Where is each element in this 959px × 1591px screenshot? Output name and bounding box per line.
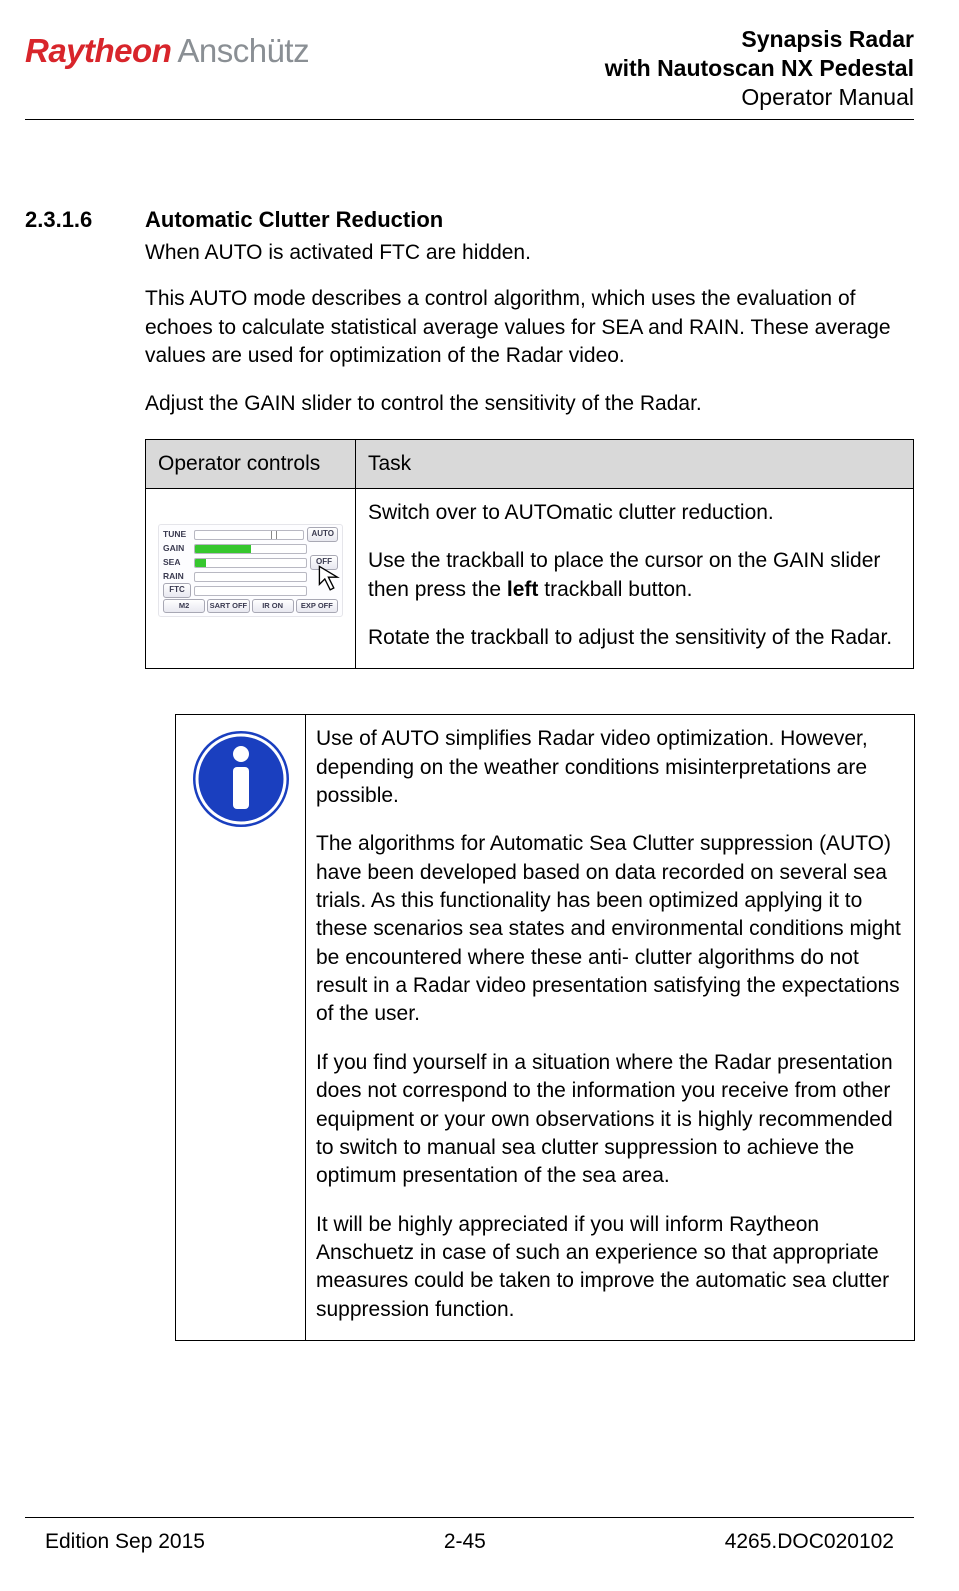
exp-off-button[interactable]: EXP OFF	[296, 599, 338, 613]
td-task: Switch over to AUTOmatic clutter reducti…	[356, 489, 914, 669]
footer-pagenum: 2-45	[444, 1528, 486, 1556]
note-text-cell: Use of AUTO simplifies Radar video optim…	[306, 715, 915, 1341]
footer-edition: Edition Sep 2015	[45, 1528, 205, 1556]
doc-title: Synapsis Radar with Nautoscan NX Pedesta…	[605, 25, 914, 111]
section-title: Automatic Clutter Reduction	[145, 205, 443, 235]
gain-slider[interactable]	[194, 544, 307, 554]
note-table: Use of AUTO simplifies Radar video optim…	[175, 714, 915, 1341]
section-p2: This AUTO mode describes a control algor…	[145, 285, 914, 370]
footer-rule	[25, 1517, 914, 1518]
section-p3: Adjust the GAIN slider to control the se…	[145, 390, 914, 418]
panel-label-tune: TUNE	[163, 529, 191, 540]
panel-label-gain: GAIN	[163, 543, 191, 554]
radar-control-panel: TUNE AUTO GAIN X SEA	[158, 524, 343, 617]
doc-title-line3: Operator Manual	[605, 83, 914, 112]
td-controls-image: TUNE AUTO GAIN X SEA	[146, 489, 356, 669]
header-rule	[25, 119, 914, 120]
note-p2: The algorithms for Automatic Sea Clutter…	[316, 830, 904, 1028]
logo: Raytheon Anschütz	[25, 25, 309, 74]
task-p1: Switch over to AUTOmatic clutter reducti…	[368, 499, 901, 527]
page-header: Raytheon Anschütz Synapsis Radar with Na…	[25, 25, 914, 111]
task-p2: Use the trackball to place the cursor on…	[368, 547, 901, 604]
operator-controls-table: Operator controls Task TUNE AUTO GAIN	[145, 439, 914, 670]
auto-button[interactable]: AUTO	[307, 527, 338, 542]
section-p1: When AUTO is activated FTC are hidden.	[145, 239, 914, 267]
th-operator-controls: Operator controls	[146, 439, 356, 488]
note-p3: If you find yourself in a situation wher…	[316, 1049, 904, 1191]
footer-docnum: 4265.DOC020102	[725, 1528, 894, 1556]
sart-off-button[interactable]: SART OFF	[207, 599, 249, 613]
ftc-slider[interactable]	[194, 586, 307, 596]
ir-on-button[interactable]: IR ON	[252, 599, 294, 613]
th-task: Task	[356, 439, 914, 488]
cursor-arrow-icon	[314, 561, 350, 597]
rain-slider[interactable]	[194, 572, 307, 582]
logo-anschutz: Anschütz	[177, 29, 309, 74]
note-p1: Use of AUTO simplifies Radar video optim…	[316, 725, 904, 810]
note-icon-cell	[176, 715, 306, 1341]
logo-raytheon: Raytheon	[25, 29, 171, 74]
doc-title-line1: Synapsis Radar	[605, 25, 914, 54]
doc-title-line2: with Nautoscan NX Pedestal	[605, 54, 914, 83]
ftc-button[interactable]: FTC	[163, 583, 191, 598]
task-p3: Rotate the trackball to adjust the sensi…	[368, 624, 901, 652]
panel-label-rain: RAIN	[163, 571, 191, 582]
sea-slider[interactable]	[194, 558, 307, 568]
tune-slider[interactable]	[194, 530, 304, 540]
section-number: 2.3.1.6	[25, 205, 145, 235]
m2-button[interactable]: M2	[163, 599, 205, 613]
page-footer: Edition Sep 2015 2-45 4265.DOC020102	[25, 1512, 914, 1556]
mandatory-action-icon	[191, 729, 291, 829]
note-p4: It will be highly appreciated if you wil…	[316, 1211, 904, 1324]
panel-label-sea: SEA	[163, 557, 191, 568]
